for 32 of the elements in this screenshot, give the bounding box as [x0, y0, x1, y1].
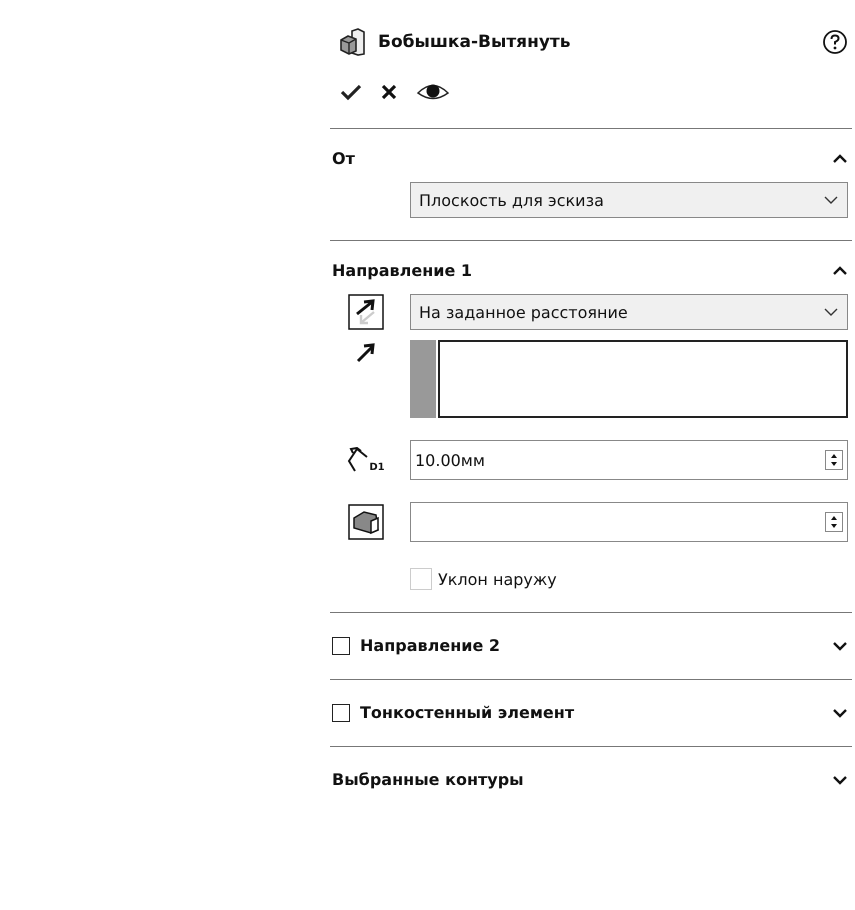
section-checkbox[interactable] [332, 704, 350, 722]
dimension-label: D1 [369, 462, 385, 473]
start-condition-dropdown[interactable]: Плоскость для эскиза [410, 182, 848, 218]
section-title: Направление 1 [332, 261, 472, 280]
section-checkbox[interactable] [332, 636, 350, 654]
collapse-chevron-icon[interactable] [832, 266, 848, 276]
depth-field[interactable]: 10.00мм [410, 440, 848, 480]
collapse-chevron-icon[interactable] [832, 154, 848, 164]
spin-buttons[interactable] [825, 450, 843, 470]
dimension-icon [347, 447, 370, 473]
color-swatch[interactable] [410, 340, 436, 418]
expand-chevron-icon[interactable] [832, 774, 848, 784]
panel-title: Бобышка-Вытянуть [378, 32, 571, 52]
section-title: Направление 2 [360, 636, 500, 655]
ok-check-icon[interactable] [340, 83, 362, 101]
draft-icon[interactable] [348, 504, 384, 540]
draft-angle-field[interactable] [410, 502, 848, 542]
section-title: Выбранные контуры [332, 770, 524, 789]
checkbox-label: Уклон наружу [438, 570, 557, 588]
section-title: От [332, 149, 355, 168]
section-title: Тонкостенный элемент [360, 703, 574, 722]
selection-list[interactable] [438, 340, 848, 418]
end-condition-dropdown[interactable]: На заданное расстояние [410, 294, 848, 330]
close-icon[interactable] [380, 83, 398, 101]
expand-chevron-icon[interactable] [832, 708, 848, 718]
help-icon[interactable] [822, 29, 848, 55]
reverse-direction-icon[interactable] [348, 294, 384, 330]
dropdown-caret-icon[interactable] [823, 307, 839, 317]
spin-buttons[interactable] [825, 512, 843, 532]
expand-chevron-icon[interactable] [832, 640, 848, 650]
extrude-icon [338, 27, 368, 57]
dropdown-caret-icon[interactable] [823, 195, 839, 205]
